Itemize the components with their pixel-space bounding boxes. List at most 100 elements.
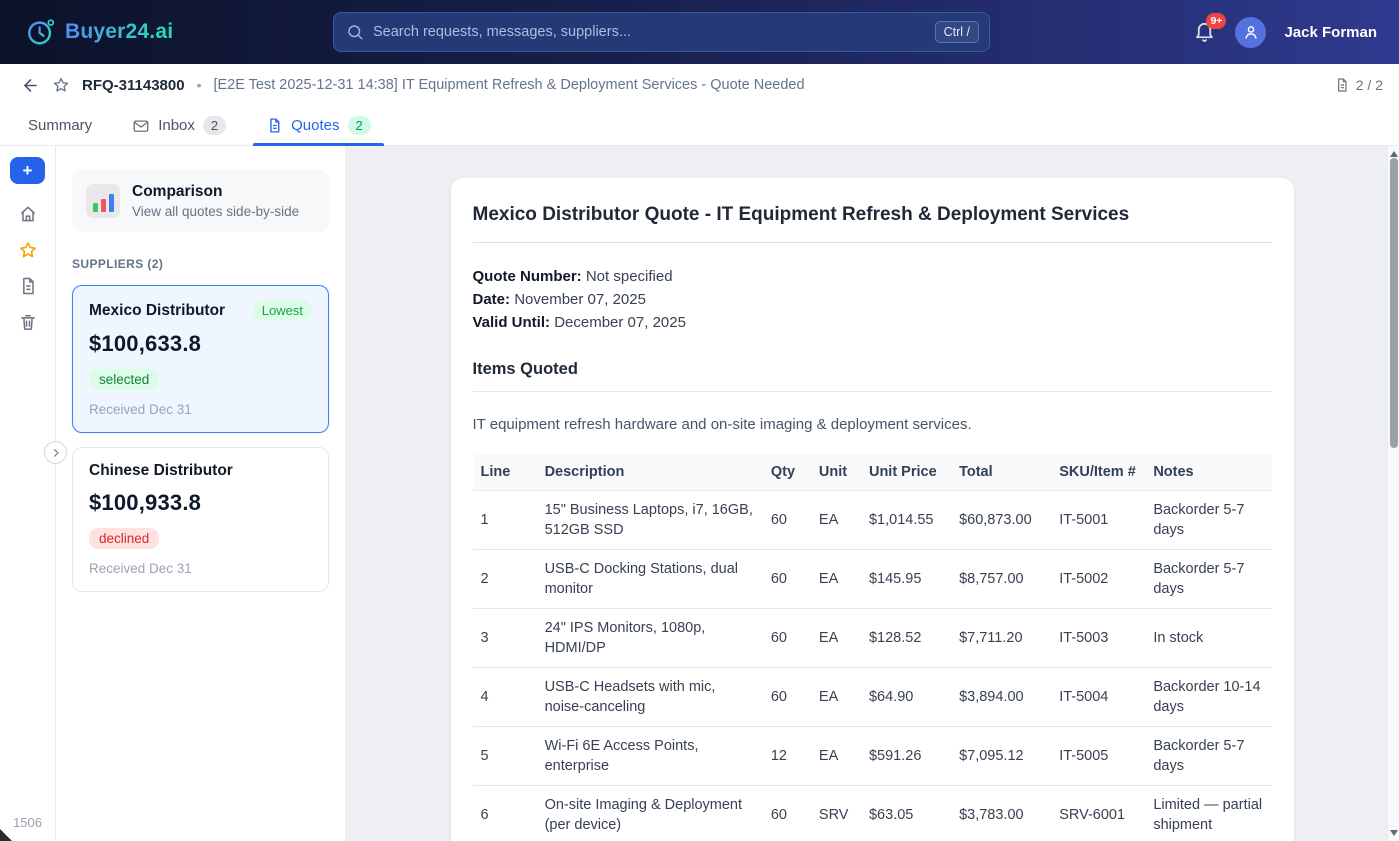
tab-summary[interactable]: Summary [28, 106, 92, 145]
cell-line: 6 [473, 786, 537, 841]
quote-date-field: Date: November 07, 2025 [473, 288, 1272, 311]
cell-unit: EA [811, 727, 861, 786]
back-button[interactable] [21, 76, 40, 95]
user-avatar[interactable] [1235, 17, 1266, 48]
cell-qty: 60 [763, 609, 811, 668]
divider [473, 391, 1272, 392]
quote-valid-until-field: Valid Until: December 07, 2025 [473, 311, 1272, 334]
quote-number-label: Quote Number: [473, 268, 582, 285]
documents-icon[interactable] [18, 276, 38, 296]
cell-total: $8,757.00 [951, 550, 1051, 609]
supplier-card-mexico[interactable]: Mexico Distributor Lowest $100,633.8 sel… [72, 285, 329, 433]
col-sku: SKU/Item # [1051, 454, 1145, 491]
supplier-name: Mexico Distributor [89, 302, 225, 320]
cell-line: 5 [473, 727, 537, 786]
quote-number-value: Not specified [586, 268, 673, 285]
cell-notes: Limited — partial shipment [1145, 786, 1271, 841]
items-quoted-heading: Items Quoted [473, 360, 1272, 379]
rfq-id: RFQ-31143800 [82, 77, 185, 94]
home-icon[interactable] [18, 204, 38, 224]
quote-valid-until-label: Valid Until: [473, 314, 551, 331]
cell-description: Wi-Fi 6E Access Points, enterprise [537, 727, 763, 786]
suppliers-panel: Comparison View all quotes side-by-side … [56, 146, 345, 841]
cell-line: 4 [473, 668, 537, 727]
cell-notes: In stock [1145, 609, 1271, 668]
status-badge: selected [89, 369, 159, 390]
cell-qty: 60 [763, 491, 811, 550]
notifications-button[interactable]: 9+ [1193, 20, 1217, 44]
rfq-title: [E2E Test 2025-12-31 14:38] IT Equipment… [213, 77, 804, 93]
global-search-input[interactable]: Search requests, messages, suppliers... … [333, 12, 990, 52]
brand-logo[interactable]: Buyer24.ai [26, 0, 173, 64]
cell-description: 24" IPS Monitors, 1080p, HDMI/DP [537, 609, 763, 668]
person-icon [1242, 23, 1260, 41]
chevron-right-icon [50, 447, 62, 459]
favorite-star-icon[interactable] [52, 76, 70, 94]
icon-rail: + 1506 [0, 146, 56, 841]
supplier-name: Chinese Distributor [89, 462, 233, 480]
quote-date-label: Date: [473, 291, 511, 308]
tab-inbox[interactable]: Inbox 2 [132, 106, 226, 145]
cell-line: 2 [473, 550, 537, 609]
table-row: 6 On-site Imaging & Deployment (per devi… [473, 786, 1272, 841]
cell-qty: 60 [763, 786, 811, 841]
favorites-star-icon[interactable] [18, 240, 38, 260]
vertical-scrollbar[interactable] [1387, 146, 1399, 841]
cell-sku: SRV-6001 [1051, 786, 1145, 841]
table-row: 2 USB-C Docking Stations, dual monitor 6… [473, 550, 1272, 609]
cell-qty: 60 [763, 550, 811, 609]
tab-quotes-label: Quotes [291, 117, 339, 134]
inbox-count-badge: 2 [203, 116, 226, 135]
document-pager[interactable]: 2 / 2 [1334, 77, 1383, 93]
cell-unit-price: $1,014.55 [861, 491, 951, 550]
cell-total: $3,894.00 [951, 668, 1051, 727]
create-new-button[interactable]: + [10, 157, 45, 184]
scroll-down-arrow-icon[interactable] [1388, 827, 1399, 839]
col-description: Description [537, 454, 763, 491]
col-total: Total [951, 454, 1051, 491]
quote-valid-until-value: December 07, 2025 [554, 314, 686, 331]
cell-unit: EA [811, 550, 861, 609]
cell-unit: EA [811, 668, 861, 727]
tab-inbox-label: Inbox [158, 117, 195, 134]
cell-sku: IT-5003 [1051, 609, 1145, 668]
mouse-cursor [0, 829, 12, 841]
received-date: Received Dec 31 [89, 402, 312, 417]
cell-sku: IT-5004 [1051, 668, 1145, 727]
tab-quotes[interactable]: Quotes 2 [266, 106, 371, 145]
comparison-title: Comparison [132, 183, 299, 201]
user-name[interactable]: Jack Forman [1284, 24, 1377, 41]
cell-unit-price: $591.26 [861, 727, 951, 786]
supplier-quote-total: $100,633.8 [89, 331, 312, 357]
trash-icon[interactable] [18, 312, 38, 332]
table-row: 3 24" IPS Monitors, 1080p, HDMI/DP 60 EA… [473, 609, 1272, 668]
cell-sku: IT-5002 [1051, 550, 1145, 609]
cell-qty: 60 [763, 668, 811, 727]
supplier-card-chinese[interactable]: Chinese Distributor $100,933.8 declined … [72, 447, 329, 592]
comparison-card[interactable]: Comparison View all quotes side-by-side [72, 170, 329, 232]
cell-description: On-site Imaging & Deployment (per device… [537, 786, 763, 841]
main-content: Mexico Distributor Quote - IT Equipment … [345, 146, 1399, 841]
quotes-count-badge: 2 [348, 116, 371, 135]
search-shortcut-hint: Ctrl / [935, 21, 979, 43]
search-placeholder: Search requests, messages, suppliers... [373, 24, 631, 40]
panel-collapse-toggle[interactable] [44, 441, 67, 464]
table-row: 4 USB-C Headsets with mic, noise-canceli… [473, 668, 1272, 727]
cell-unit-price: $64.90 [861, 668, 951, 727]
received-date: Received Dec 31 [89, 561, 312, 576]
envelope-icon [132, 117, 150, 135]
quote-document-icon [266, 117, 283, 134]
col-notes: Notes [1145, 454, 1271, 491]
cell-total: $60,873.00 [951, 491, 1051, 550]
tab-summary-label: Summary [28, 117, 92, 134]
cell-notes: Backorder 10-14 days [1145, 668, 1271, 727]
top-navigation: Buyer24.ai Search requests, messages, su… [0, 0, 1399, 64]
cell-sku: IT-5001 [1051, 491, 1145, 550]
cell-unit: SRV [811, 786, 861, 841]
table-row: 1 15" Business Laptops, i7, 16GB, 512GB … [473, 491, 1272, 550]
cell-line: 3 [473, 609, 537, 668]
breadcrumb-separator: • [197, 77, 202, 93]
cell-notes: Backorder 5-7 days [1145, 727, 1271, 786]
scrollbar-thumb[interactable] [1390, 158, 1398, 448]
comparison-subtitle: View all quotes side-by-side [132, 204, 299, 219]
